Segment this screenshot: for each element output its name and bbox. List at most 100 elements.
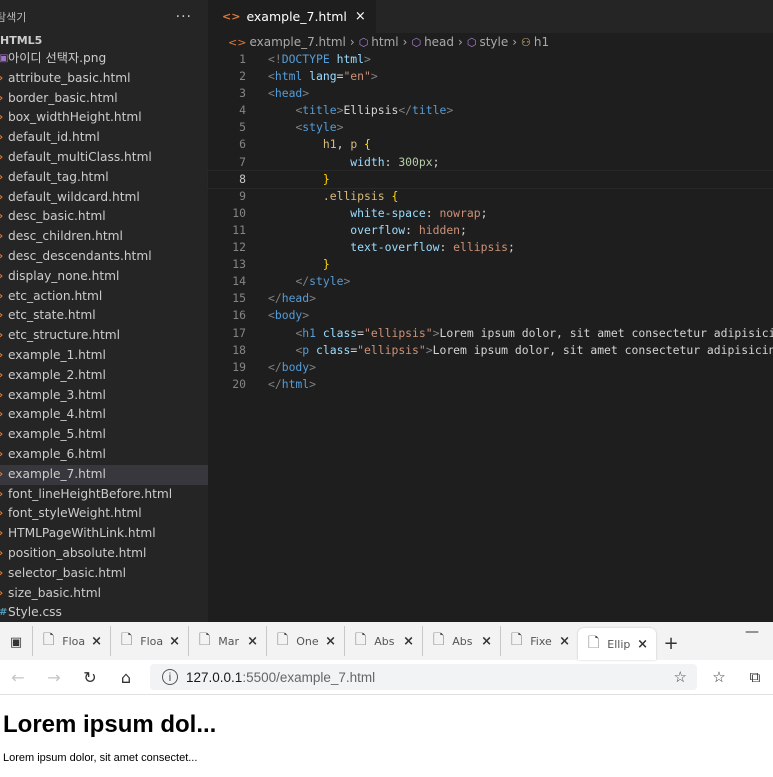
line-number: 9: [239, 188, 246, 203]
file-label: HTMLPageWithLink.html: [8, 526, 156, 541]
editor-tabbar: <> example_7.html ×: [208, 0, 773, 33]
file-item[interactable]: ▣ 아이디 선택자.png: [0, 49, 208, 69]
line-number: 19: [232, 359, 246, 374]
add-favorite-icon[interactable]: ☆: [674, 668, 687, 686]
html-file-icon: ›: [0, 366, 8, 386]
file-label: example_5.html: [8, 427, 106, 442]
file-item[interactable]: ›border_basic.html: [0, 89, 208, 109]
back-button[interactable]: ←: [0, 660, 36, 694]
code-text: </head>: [268, 291, 317, 306]
close-icon[interactable]: ×: [481, 634, 492, 649]
file-item[interactable]: ›example_6.html: [0, 445, 208, 465]
file-item[interactable]: ›default_id.html: [0, 128, 208, 148]
browser-tab[interactable]: 🗋 Floa ×: [32, 626, 110, 656]
file-item[interactable]: ›example_3.html: [0, 386, 208, 406]
file-item[interactable]: ›box_widthHeight.html: [0, 108, 208, 128]
file-label: example_7.html: [8, 466, 106, 481]
file-item[interactable]: ›etc_action.html: [0, 287, 208, 307]
address-bar: ← → ↻ ⌂ i 127.0.0.1:5500/example_7.html …: [0, 660, 773, 695]
browser-tab[interactable]: 🗋 Abs ×: [422, 626, 500, 656]
explorer-header: 탐색기 ···: [0, 0, 208, 33]
html-file-icon: ›: [0, 207, 8, 227]
tab-actions-icon[interactable]: ▣: [0, 624, 32, 660]
file-label: border_basic.html: [8, 90, 118, 105]
html-file-icon: ›: [0, 128, 8, 148]
close-icon[interactable]: ×: [91, 634, 102, 649]
close-icon[interactable]: ×: [355, 9, 366, 24]
code-line: 2 <html lang="en">: [208, 68, 773, 85]
file-label: example_4.html: [8, 407, 106, 422]
close-icon[interactable]: ×: [559, 634, 570, 649]
breadcrumb-item[interactable]: style: [479, 35, 508, 49]
file-item[interactable]: ›example_4.html: [0, 405, 208, 425]
breadcrumb-item[interactable]: html: [371, 35, 398, 49]
refresh-button[interactable]: ↻: [72, 660, 108, 694]
file-item[interactable]: ›default_tag.html: [0, 168, 208, 188]
close-icon[interactable]: ×: [247, 634, 258, 649]
file-item[interactable]: ›example_7.html: [0, 464, 208, 485]
html-file-icon: ›: [0, 188, 8, 208]
file-item[interactable]: ›etc_structure.html: [0, 326, 208, 346]
collections-icon[interactable]: ⧉: [737, 668, 773, 686]
browser-tab-title: Floa: [140, 634, 164, 648]
info-icon[interactable]: i: [162, 669, 178, 685]
favorites-icon[interactable]: ☆: [701, 668, 737, 686]
file-item[interactable]: ›display_none.html: [0, 267, 208, 287]
close-icon[interactable]: ×: [403, 634, 414, 649]
html-file-icon: ›: [0, 425, 8, 445]
file-item[interactable]: ›example_1.html: [0, 346, 208, 366]
line-number: 16: [232, 308, 246, 323]
html-file-icon: ›: [0, 326, 8, 346]
file-item[interactable]: ›selector_basic.html: [0, 564, 208, 584]
file-item[interactable]: ›font_lineHeightBefore.html: [0, 485, 208, 505]
browser-tab[interactable]: 🗋 Abs ×: [344, 626, 422, 656]
close-icon[interactable]: ×: [325, 634, 336, 649]
file-item[interactable]: ›desc_descendants.html: [0, 247, 208, 267]
home-button[interactable]: ⌂: [108, 660, 144, 694]
file-item[interactable]: ›size_basic.html: [0, 584, 208, 604]
file-item[interactable]: ›default_multiClass.html: [0, 148, 208, 168]
code-editor[interactable]: 1 <!DOCTYPE html> 2 <html lang="en"> 3 <head>…: [207, 51, 773, 393]
browser-tab[interactable]: 🗋 One ×: [266, 626, 344, 656]
editor-tab-example-7[interactable]: <> example_7.html ×: [208, 0, 376, 33]
folder-html5[interactable]: HTML5: [0, 33, 208, 49]
forward-button[interactable]: →: [36, 660, 72, 694]
code-text: .ellipsis {: [322, 188, 399, 203]
browser-tab[interactable]: 🗋 Floa ×: [110, 626, 188, 656]
code-line: 12 text-overflow: ellipsis;: [208, 239, 773, 256]
more-actions-icon[interactable]: ···: [176, 9, 192, 25]
file-item[interactable]: ›example_5.html: [0, 425, 208, 445]
breadcrumb-item[interactable]: example_7.html: [249, 35, 345, 49]
browser-tab[interactable]: 🗋 Fixe ×: [500, 626, 578, 656]
file-item[interactable]: ›HTMLPageWithLink.html: [0, 524, 208, 544]
new-tab-button[interactable]: +: [656, 626, 686, 660]
browser-tab[interactable]: 🗋 Mar ×: [188, 626, 266, 656]
minimize-button[interactable]: —: [745, 624, 759, 640]
file-item[interactable]: ›example_2.html: [0, 366, 208, 386]
code-text: <style>: [295, 120, 344, 135]
close-icon[interactable]: ×: [637, 637, 648, 652]
file-item[interactable]: ›default_wildcard.html: [0, 188, 208, 208]
url-input[interactable]: i 127.0.0.1:5500/example_7.html ☆: [150, 664, 697, 690]
breadcrumb-item[interactable]: h1: [534, 35, 549, 49]
breadcrumb-item[interactable]: head: [424, 35, 454, 49]
file-item[interactable]: ›attribute_basic.html: [0, 69, 208, 89]
html-file-icon: ›: [0, 267, 8, 287]
html-file-icon: ›: [0, 247, 8, 267]
file-label: attribute_basic.html: [8, 70, 131, 85]
code-text: </body>: [268, 359, 317, 374]
code-text: }: [322, 257, 330, 272]
explorer-sidebar: 탐색기 ··· HTML5 ▣아이디 선택자.png›attribute_bas…: [0, 0, 208, 622]
file-item[interactable]: ›desc_basic.html: [0, 207, 208, 227]
browser-tab[interactable]: 🗋 Ellip ×: [578, 628, 656, 660]
html-file-icon: ›: [0, 524, 8, 544]
file-item[interactable]: #Style.css: [0, 603, 208, 622]
browser-tab-title: Mar: [218, 634, 240, 648]
file-item[interactable]: ›desc_children.html: [0, 227, 208, 247]
file-item[interactable]: ›font_styleWeight.html: [0, 504, 208, 524]
file-item[interactable]: ›etc_state.html: [0, 306, 208, 326]
file-item[interactable]: ›position_absolute.html: [0, 544, 208, 564]
image-file-icon: ▣: [0, 53, 9, 64]
document-icon: 🗋: [199, 632, 211, 648]
close-icon[interactable]: ×: [169, 634, 180, 649]
